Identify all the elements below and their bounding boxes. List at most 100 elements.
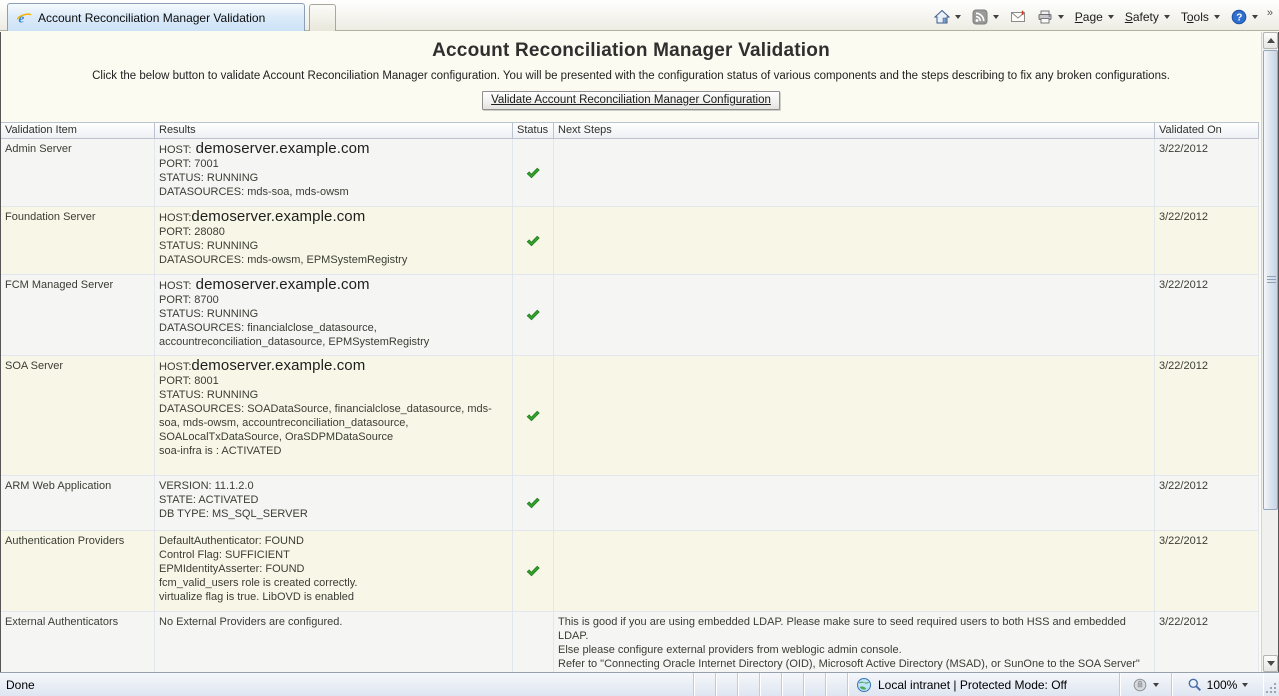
zoom-level: 100%	[1207, 678, 1238, 692]
window-resize-grip[interactable]	[1263, 673, 1279, 696]
status-ok-icon	[525, 233, 541, 249]
security-zone-indicator[interactable]: Local intranet | Protected Mode: Off	[847, 673, 1119, 696]
next-steps-cell	[554, 356, 1155, 475]
status-bar-cell	[825, 673, 847, 696]
next-step-line: This is good if you are using embedded L…	[558, 615, 1150, 643]
result-line: EPMIdentityAsserter: FOUND	[159, 562, 508, 576]
page-description: Click the below button to validate Accou…	[1, 70, 1261, 82]
validated-on-cell: 3/22/2012	[1155, 531, 1259, 611]
inprivate-dropdown-caret[interactable]	[1153, 683, 1159, 687]
result-line: No External Providers are configured.	[159, 615, 508, 629]
feeds-dropdown-caret[interactable]	[993, 15, 999, 19]
status-bar-cell	[803, 673, 825, 696]
host-label: HOST:	[159, 361, 191, 373]
status-bar-cell	[759, 673, 781, 696]
safety-menu-label: Safety	[1125, 10, 1159, 24]
results-cell: HOST:demoserver.example.comPORT: 28080ST…	[155, 207, 513, 274]
scrollbar-down-button[interactable]	[1263, 655, 1278, 672]
validation-table: Validation ItemResultsStatusNext StepsVa…	[1, 122, 1259, 672]
scrollbar-thumb[interactable]	[1263, 50, 1278, 510]
toolbar-overflow-chevron[interactable]: »	[1265, 7, 1275, 27]
zoom-dropdown-caret[interactable]	[1242, 683, 1248, 687]
help-dropdown-caret[interactable]	[1252, 15, 1258, 19]
status-bar-cell	[693, 673, 715, 696]
new-tab-button[interactable]	[309, 4, 336, 31]
print-dropdown-caret[interactable]	[1058, 15, 1064, 19]
intranet-zone-icon	[856, 677, 872, 693]
safety-menu[interactable]: Safety	[1121, 8, 1174, 26]
status-cell	[513, 612, 554, 672]
page-content: Account Reconciliation Manager Validatio…	[0, 32, 1261, 672]
result-line: PORT: 8001	[159, 374, 508, 388]
inprivate-filtering-icon	[1132, 677, 1148, 693]
results-cell: DefaultAuthenticator: FOUNDControl Flag:…	[155, 531, 513, 611]
validated-on-cell: 3/22/2012	[1155, 207, 1259, 274]
home-dropdown-caret[interactable]	[955, 15, 961, 19]
column-header: Next Steps	[554, 123, 1155, 138]
result-line: HOST: demoserver.example.com	[159, 278, 508, 293]
next-steps-cell	[554, 275, 1155, 355]
status-cell	[513, 139, 554, 206]
page-menu[interactable]: Page	[1071, 8, 1118, 26]
result-line: HOST:demoserver.example.com	[159, 210, 508, 225]
next-steps-cell	[554, 531, 1155, 611]
tools-menu[interactable]: Tools	[1177, 8, 1224, 26]
column-header: Results	[155, 123, 513, 138]
result-line: VERSION: 11.1.2.0	[159, 479, 508, 493]
browser-tab[interactable]: e Account Reconciliation Manager Validat…	[7, 3, 305, 31]
help-button[interactable]: ?	[1227, 7, 1262, 27]
validated-on-cell: 3/22/2012	[1155, 612, 1259, 672]
result-line: STATUS: RUNNING	[159, 239, 508, 253]
next-steps-cell	[554, 139, 1155, 206]
status-cell	[513, 356, 554, 475]
result-line: DATASOURCES: SOADataSource, financialclo…	[159, 402, 508, 444]
validation-item-cell: Authentication Providers	[1, 531, 155, 611]
result-line: PORT: 7001	[159, 157, 508, 171]
status-bar-cell	[715, 673, 737, 696]
validation-item-cell: Admin Server	[1, 139, 155, 206]
host-value: demoserver.example.com	[191, 357, 365, 374]
zoom-control[interactable]: 100%	[1171, 673, 1263, 696]
scroll-down-arrow-icon	[1267, 661, 1275, 666]
validated-on-cell: 3/22/2012	[1155, 139, 1259, 206]
column-header: Validation Item	[1, 123, 155, 138]
table-row: Foundation ServerHOST:demoserver.example…	[1, 207, 1259, 275]
page-menu-label: Page	[1075, 10, 1103, 24]
status-ok-icon	[525, 408, 541, 424]
status-cell	[513, 531, 554, 611]
home-button[interactable]	[930, 7, 965, 27]
read-mail-button[interactable]	[1006, 7, 1030, 27]
table-row: External Authenticators No External Provi…	[1, 612, 1259, 672]
validation-item-cell: External Authenticators	[1, 612, 155, 672]
scroll-up-arrow-icon	[1267, 38, 1275, 43]
results-cell: VERSION: 11.1.2.0STATE: ACTIVATEDDB TYPE…	[155, 476, 513, 530]
status-bar-cell	[737, 673, 759, 696]
table-row: SOA Server HOST:demoserver.example.comPOR…	[1, 356, 1259, 476]
status-ok-icon	[525, 563, 541, 579]
svg-text:e: e	[19, 10, 25, 25]
validation-item-cell: SOA Server	[1, 356, 155, 475]
status-cell	[513, 275, 554, 355]
result-line: STATUS: RUNNING	[159, 171, 508, 185]
validate-configuration-button[interactable]: Validate Account Reconciliation Manager …	[482, 91, 780, 110]
scrollbar-up-button[interactable]	[1263, 32, 1278, 49]
result-line: HOST: demoserver.example.com	[159, 142, 508, 157]
inprivate-filtering-button[interactable]	[1119, 673, 1171, 696]
vertical-scrollbar[interactable]	[1261, 32, 1279, 672]
validate-button-container: Validate Account Reconciliation Manager …	[1, 90, 1261, 110]
read-mail-icon	[1010, 9, 1026, 25]
zone-label: Local intranet | Protected Mode: Off	[878, 678, 1067, 692]
print-button[interactable]	[1033, 7, 1068, 27]
next-step-line: Refer to "Connecting Oracle Internet Dir…	[558, 657, 1150, 672]
next-steps-cell	[554, 207, 1155, 274]
table-row: Admin Server HOST: demoserver.example.com…	[1, 139, 1259, 207]
next-steps-cell: This is good if you are using embedded L…	[554, 612, 1155, 672]
svg-text:?: ?	[1236, 12, 1242, 23]
result-line: virtualize flag is true. LibOVD is enabl…	[159, 590, 508, 604]
page-title: Account Reconciliation Manager Validatio…	[1, 40, 1261, 62]
result-line: HOST:demoserver.example.com	[159, 359, 508, 374]
result-line: DATASOURCES: financialclose_datasource, …	[159, 321, 508, 349]
safety-menu-caret	[1164, 15, 1170, 19]
table-row: FCM Managed ServerHOST: demoserver.examp…	[1, 275, 1259, 356]
feeds-button[interactable]	[968, 7, 1003, 27]
